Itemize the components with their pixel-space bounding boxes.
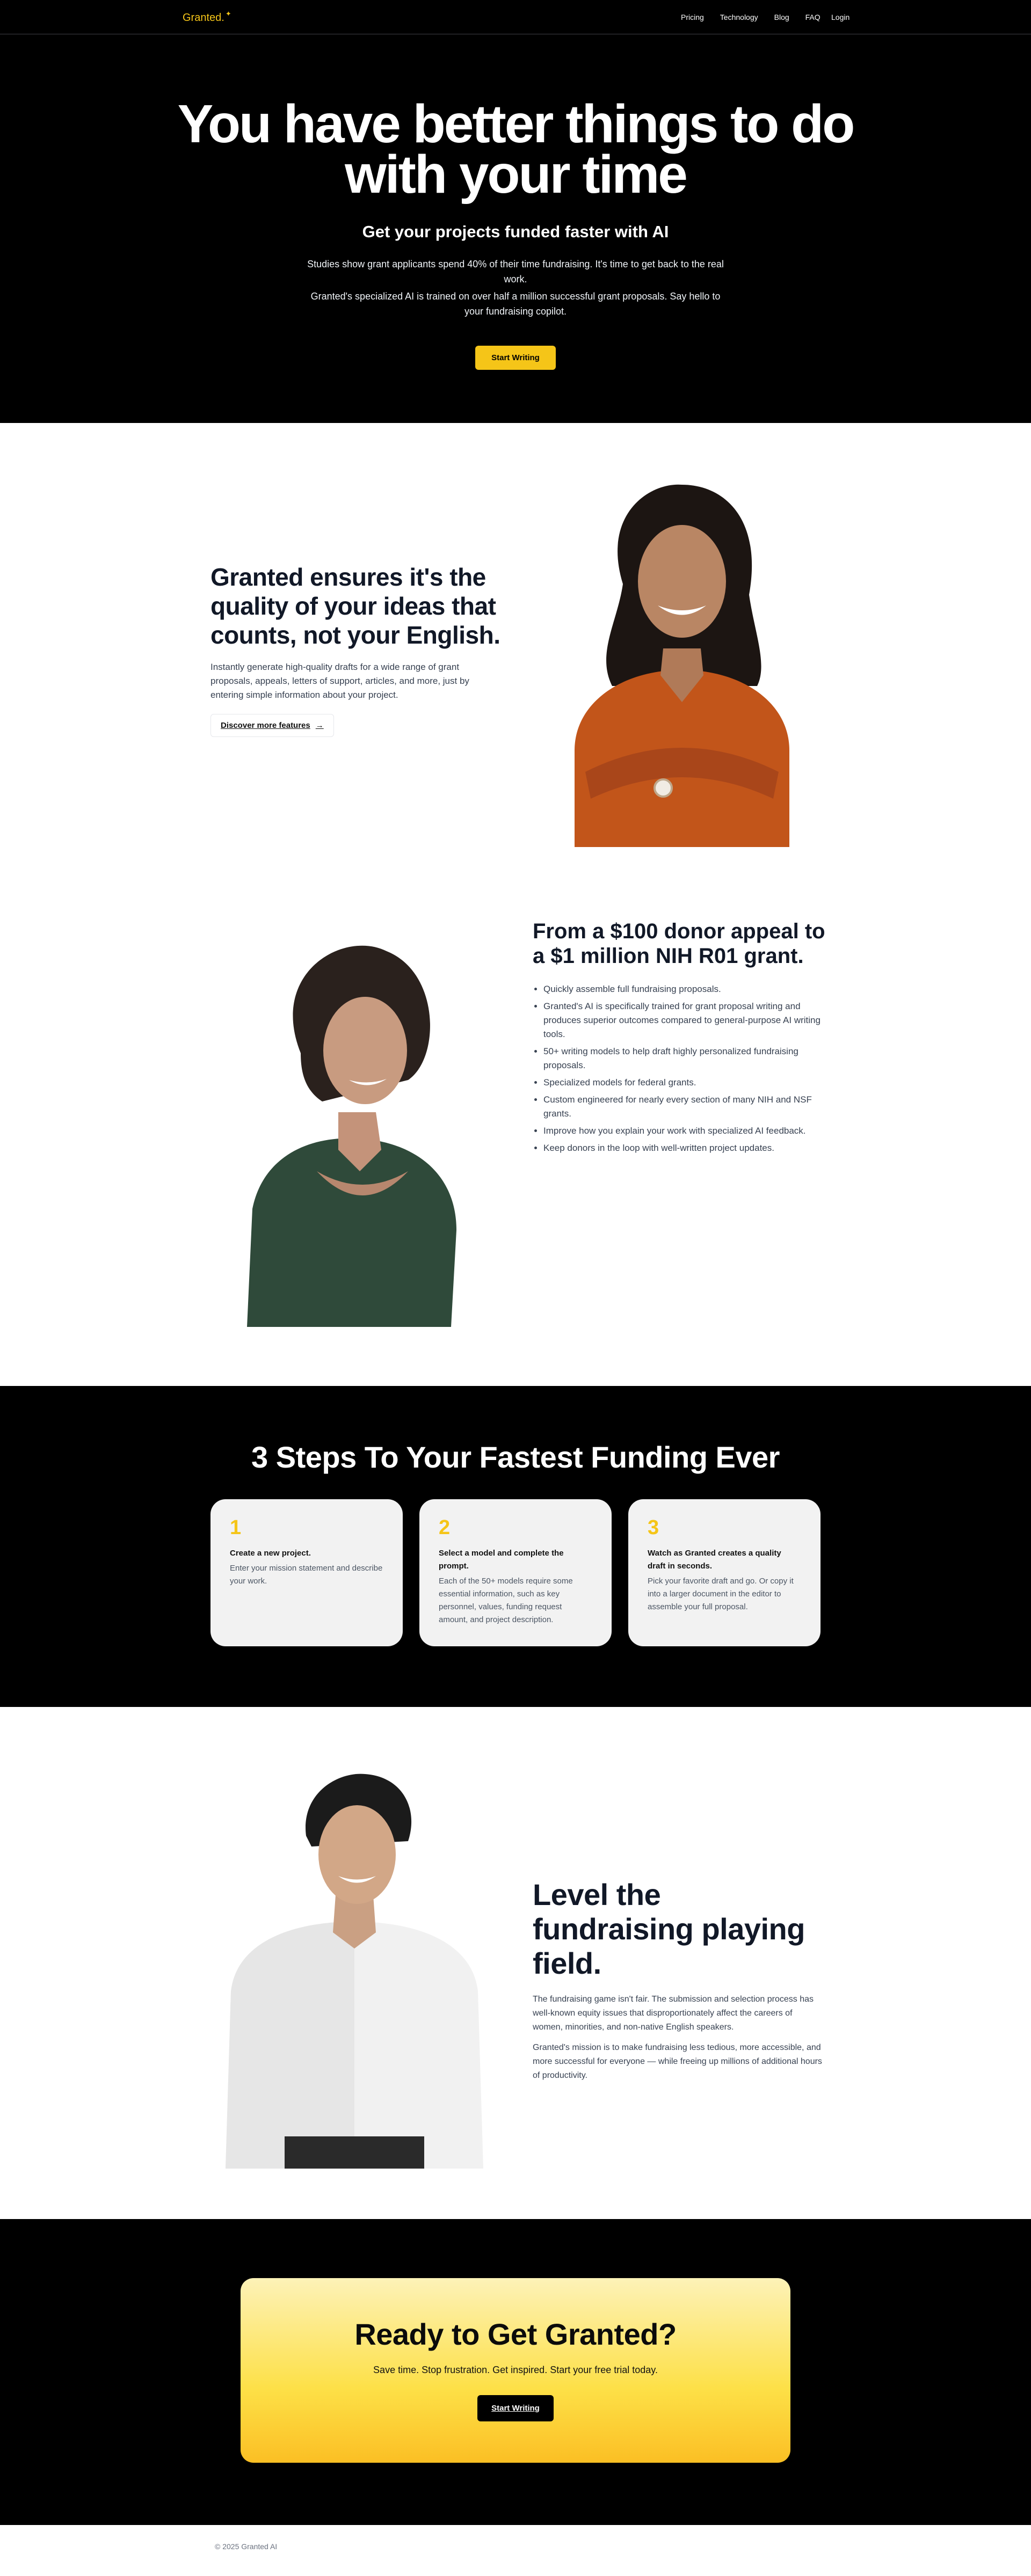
level-text: Level the fundraising playing field. The… [533, 1878, 823, 2083]
step-description: Each of the 50+ models require some esse… [439, 1577, 573, 1624]
features-list: Quickly assemble full fundraising propos… [533, 982, 833, 1155]
hero-title: You have better things to do with your t… [0, 97, 1031, 201]
hero-title-line2: with your time [345, 144, 688, 205]
cta-start-writing-button[interactable]: Start Writing [477, 2395, 554, 2421]
level-heading: Level the fundraising playing field. [533, 1878, 805, 1980]
hero-section: You have better things to do with your t… [0, 34, 1031, 423]
hero-start-writing-button[interactable]: Start Writing [475, 346, 556, 370]
step-description: Enter your mission statement and describ… [230, 1564, 383, 1586]
features-section: From a $100 donor appeal to a $1 million… [0, 876, 1031, 1386]
step-card-1: 1 Create a new project. Enter your missi… [210, 1499, 403, 1646]
list-item: 50+ writing models to help draft highly … [543, 1045, 833, 1072]
arrow-right-icon: → [315, 721, 324, 730]
woman-orange-shirt-photo [575, 484, 789, 847]
list-item: Granted's AI is specifically trained for… [543, 999, 833, 1041]
step-card-2: 2 Select a model and complete the prompt… [419, 1499, 612, 1646]
nav-link-pricing[interactable]: Pricing [681, 13, 704, 21]
list-item: Specialized models for federal grants. [543, 1076, 833, 1090]
footer: © 2025 Granted AI [0, 2525, 1031, 2576]
man-white-shirt-photo [226, 1774, 483, 2169]
nav-link-faq[interactable]: FAQ [805, 13, 821, 21]
steps-section: 3 Steps To Your Fastest Funding Ever 1 C… [0, 1386, 1031, 1707]
brand-name[interactable]: Granted. [183, 12, 224, 24]
hero-paragraph-1: Studies show grant applicants spend 40% … [307, 259, 724, 284]
level-paragraph-1: The fundraising game isn't fair. The sub… [533, 1995, 814, 2032]
list-item: Keep donors in the loop with well-writte… [543, 1141, 833, 1155]
steps-cards: 1 Create a new project. Enter your missi… [0, 1499, 1031, 1650]
quality-section: Granted ensures it's the quality of your… [0, 423, 1031, 876]
step-title: Watch as Granted creates a quality draft… [648, 1549, 781, 1571]
quality-description: Instantly generate high-quality drafts f… [210, 662, 469, 700]
top-nav: Granted. ✦ Pricing Technology Blog FAQ L… [0, 0, 1031, 34]
step-title: Create a new project. [230, 1549, 311, 1558]
woman-green-shirt-photo [247, 945, 456, 1327]
nav-links: Pricing Technology Blog FAQ [681, 13, 821, 21]
steps-heading: 3 Steps To Your Fastest Funding Ever [251, 1440, 780, 1474]
cta-text: Save time. Stop frustration. Get inspire… [373, 2365, 658, 2375]
step-description: Pick your favorite draft and go. Or copy… [648, 1577, 794, 1611]
level-section: Level the fundraising playing field. The… [0, 1707, 1031, 2219]
login-link[interactable]: Login [831, 13, 850, 21]
brand-logo[interactable]: Granted. ✦ [183, 10, 231, 24]
footer-copyright: © 2025 Granted AI [215, 2542, 278, 2551]
discover-features-button[interactable]: Discover more features → [210, 714, 334, 737]
brand-star-icon: ✦ [225, 10, 231, 18]
hero-paragraph-2: Granted's specialized AI is trained on o… [310, 291, 721, 317]
cta-section: Ready to Get Granted? Save time. Stop fr… [0, 2219, 1031, 2525]
step-title: Select a model and complete the prompt. [439, 1549, 564, 1571]
level-paragraph-2: Granted's mission is to make fundraising… [533, 2043, 822, 2080]
cta-box: Ready to Get Granted? Save time. Stop fr… [241, 2278, 790, 2463]
nav-link-technology[interactable]: Technology [720, 13, 758, 21]
step-number: 1 [230, 1516, 242, 1539]
cta-heading: Ready to Get Granted? [354, 2317, 677, 2351]
step-number: 3 [648, 1516, 659, 1539]
hero-subtitle: Get your projects funded faster with AI [362, 222, 669, 241]
list-item: Improve how you explain your work with s… [543, 1124, 833, 1138]
step-number: 2 [439, 1516, 451, 1539]
discover-features-label: Discover more features [221, 721, 310, 730]
features-text: From a $100 donor appeal to a $1 million… [533, 919, 833, 1158]
list-item: Quickly assemble full fundraising propos… [543, 982, 833, 996]
list-item: Custom engineered for nearly every secti… [543, 1093, 833, 1121]
features-heading: From a $100 donor appeal to a $1 million… [533, 920, 825, 968]
quality-text: Granted ensures it's the quality of your… [210, 563, 500, 737]
step-card-3: 3 Watch as Granted creates a quality dra… [628, 1499, 821, 1646]
quality-heading: Granted ensures it's the quality of your… [210, 563, 500, 649]
nav-link-blog[interactable]: Blog [774, 13, 789, 21]
